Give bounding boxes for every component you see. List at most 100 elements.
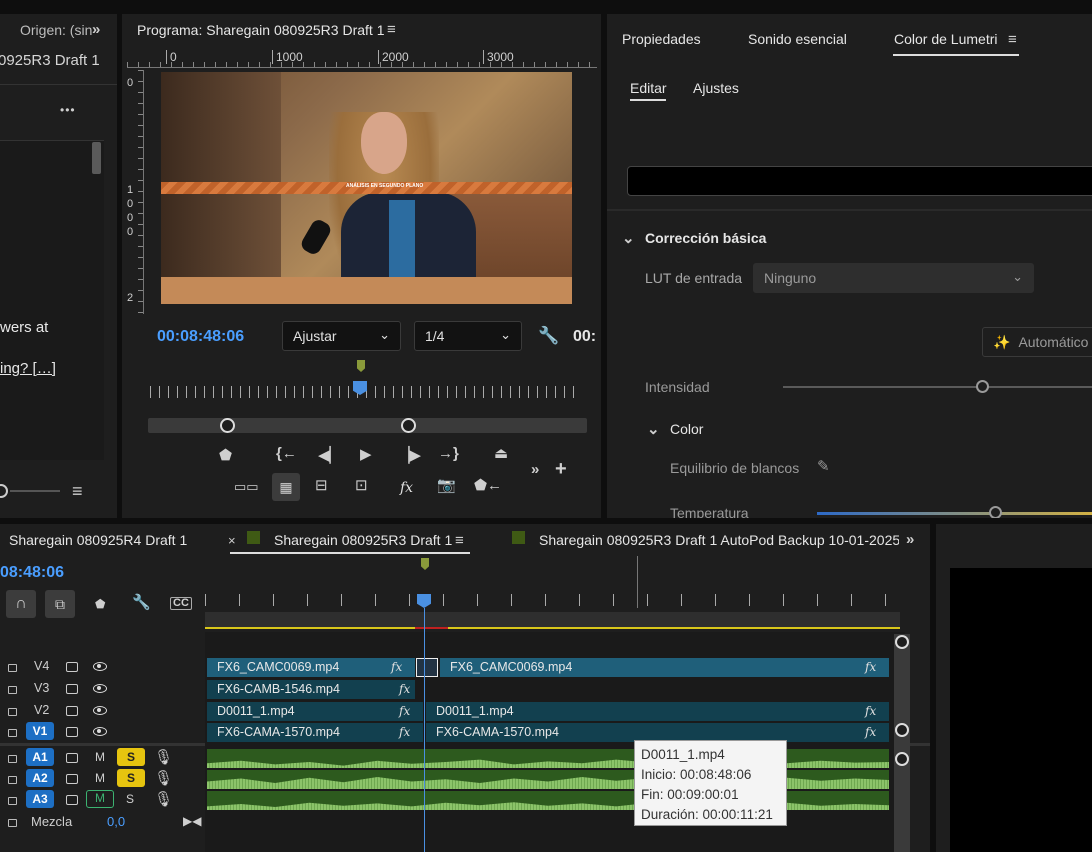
sync-lock-icon[interactable] [66,774,78,784]
sync-lock-icon[interactable] [66,706,78,716]
solo-button[interactable]: S [117,748,145,766]
track-target-a2[interactable]: A2 [26,769,54,787]
scrollbar-thumb[interactable] [92,142,101,174]
microphone-icon[interactable]: 🎙 [154,771,173,786]
eyedropper-icon[interactable]: ✎ [817,459,830,474]
zoom-handle-left[interactable] [220,418,235,433]
color-section[interactable]: Color [670,421,703,437]
fx-badge[interactable]: fx [399,682,410,696]
fx-badge[interactable]: fx [399,725,410,739]
mute-button[interactable]: M [95,771,105,785]
more-options-icon[interactable]: ••• [60,104,76,116]
mix-value[interactable]: 0,0 [107,814,125,829]
step-forward-icon[interactable]: ▕▶ [398,448,421,463]
clip-v3-left[interactable]: FX6-CAMB-1546.mp4 [207,680,415,699]
sync-lock-icon[interactable] [66,662,78,672]
lift-icon[interactable]: ⏏ [494,446,508,461]
fx-icon[interactable]: fx [400,480,413,496]
settings-sliders-icon[interactable]: ≡ [72,482,83,500]
panel-overflow-icon[interactable]: » [92,22,100,37]
add-marker-icon[interactable]: ⬟ [95,598,105,610]
track-header-a3[interactable]: A3 M S 🎙 [0,790,205,811]
intensity-slider-handle[interactable] [976,380,989,393]
lock-icon[interactable] [8,729,17,737]
subtab-edit[interactable]: Editar [630,80,667,96]
go-to-out-icon[interactable]: →} [438,446,459,461]
zoom-scrollbar[interactable] [148,418,587,433]
wrench-icon[interactable]: 🔧 [538,327,559,344]
track-header-mix[interactable]: Mezcla 0,0 ▶◀ [0,812,205,833]
in-point-marker[interactable] [357,360,365,372]
clip-v4-left[interactable]: FX6_CAMC0069.mp4 [207,658,415,677]
lock-icon[interactable] [8,755,17,763]
track-header-v4[interactable]: V4 [0,657,205,678]
temperature-slider-handle[interactable] [989,506,1002,518]
subtab-settings[interactable]: Ajustes [693,80,739,96]
track-header-a1[interactable]: A1 M S 🎙 [0,748,205,769]
work-area-bar[interactable] [205,612,900,628]
fit-select[interactable]: Ajustar ⌄ [282,321,401,351]
microphone-icon[interactable]: 🎙 [154,750,173,765]
sync-lock-icon[interactable] [66,753,78,763]
clip-selector[interactable] [627,166,1092,196]
eye-icon[interactable] [93,662,107,671]
track-target-a1[interactable]: A1 [26,748,54,766]
mute-button[interactable]: M [95,750,105,764]
mix-expand-icon[interactable]: ▶◀ [183,815,201,827]
panel-menu-icon[interactable]: ≡ [1008,32,1017,47]
eye-icon[interactable] [93,706,107,715]
panel-menu-icon[interactable]: ≡ [387,22,396,37]
sync-lock-icon[interactable] [66,795,78,805]
fx-badge[interactable]: fx [391,660,402,674]
in-point-marker[interactable] [421,558,429,570]
chevron-down-icon[interactable]: ⌄ [622,231,635,246]
lock-icon[interactable] [8,797,17,805]
close-icon[interactable]: × [228,534,236,547]
tab-essential-sound[interactable]: Sonido esencial [748,31,847,47]
lock-icon[interactable] [8,686,17,694]
panel-overflow-icon[interactable]: » [906,532,914,547]
source-panel-title[interactable]: Origen: (sin [20,22,92,38]
clip-v2-right[interactable]: D0011_1.mp4 [426,702,889,721]
play-icon[interactable]: ▶ [360,447,372,462]
track-header-v2[interactable]: V2 [0,701,205,722]
tab-properties[interactable]: Propiedades [622,31,701,47]
mark-in-icon[interactable]: {← [276,446,297,461]
camera-icon[interactable]: 📷 [437,478,456,493]
auto-button[interactable]: ✨ Automático [982,327,1092,357]
zoom-slider-handle[interactable] [0,484,8,498]
vertical-scrollbar[interactable] [894,634,910,852]
solo-button[interactable]: S [126,792,134,806]
quality-select[interactable]: 1/4 ⌄ [414,321,522,351]
lock-icon[interactable] [8,708,17,716]
step-back-icon[interactable]: ◀▏ [318,448,341,463]
scroll-handle[interactable] [895,752,909,766]
extract-icon[interactable]: ⬟← [474,478,502,493]
lock-icon[interactable] [8,819,17,827]
lock-icon[interactable] [8,776,17,784]
insert-icon[interactable]: ⊡ [355,478,368,493]
zoom-handle-right[interactable] [401,418,416,433]
fx-badge[interactable]: fx [865,704,876,718]
video-frame[interactable]: ANÁLISIS EN SEGUNDO PLANO [161,72,572,304]
panel-menu-icon[interactable]: ≡ [455,533,464,548]
fx-badge[interactable]: fx [399,704,410,718]
intensity-slider-track[interactable] [783,386,1092,388]
lut-select[interactable]: Ninguno ⌄ [753,263,1034,293]
overflow-icon[interactable]: » [531,462,539,477]
eye-icon[interactable] [93,684,107,693]
scroll-handle[interactable] [895,635,909,649]
fx-badge[interactable]: fx [865,725,876,739]
sync-lock-icon[interactable] [66,684,78,694]
scroll-handle[interactable] [895,723,909,737]
snap-button[interactable]: ∩ [6,590,36,618]
timeline-tab-active[interactable]: Sharegain 080925R3 Draft 1 [274,532,452,548]
fx-badge[interactable]: fx [865,660,876,674]
timeline-timecode[interactable]: 08:48:06 [0,564,64,582]
track-target-a3[interactable]: A3 [26,790,54,808]
eye-icon[interactable] [93,727,107,736]
track-header-v3[interactable]: V3 [0,679,205,700]
chevron-down-icon[interactable]: ⌄ [647,422,660,437]
tab-lumetri-color[interactable]: Color de Lumetri [894,31,998,47]
timeline-tab[interactable]: Sharegain 080925R4 Draft 1 [9,532,187,548]
